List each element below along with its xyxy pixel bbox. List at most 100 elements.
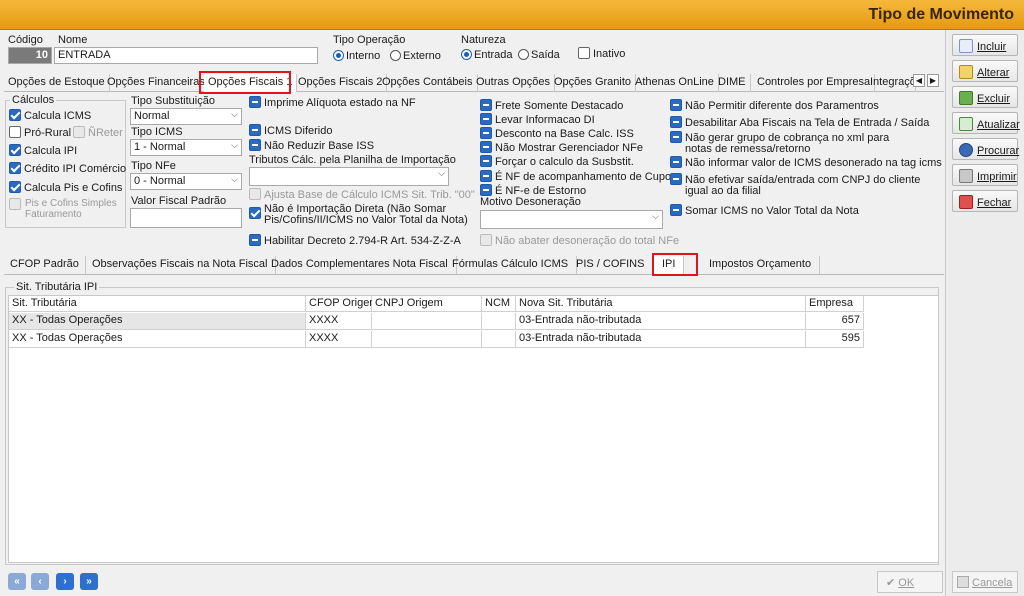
desabilitar-checkbox[interactable]: Desabilitar Aba Fiscais na Tela de Entra… bbox=[670, 116, 929, 129]
nao-informar-checkbox[interactable]: Não informar valor de ICMS desonerado na… bbox=[670, 156, 942, 169]
imprime-aliquota-checkbox[interactable]: Imprime Alíquota estado na NF bbox=[249, 96, 416, 109]
next-record-icon[interactable]: › bbox=[56, 573, 74, 590]
calcula-ipi-checkbox[interactable]: Calcula IPI bbox=[9, 144, 77, 157]
tributos-select[interactable]: ⌵ bbox=[249, 167, 449, 186]
nao-mostrar-checkbox[interactable]: Não Mostrar Gerenciador NFe bbox=[480, 141, 643, 154]
table-cell[interactable]: XXXX bbox=[306, 331, 372, 348]
icms-diferido-checkbox[interactable]: ICMS Diferido bbox=[249, 124, 332, 137]
calcula-icms-checkbox[interactable]: Calcula ICMS bbox=[9, 109, 91, 122]
somar-icms-checkbox[interactable]: Somar ICMS no Valor Total da Nota bbox=[670, 204, 859, 217]
tab-opcoes-contabeis[interactable]: Opções Contábeis bbox=[378, 74, 478, 92]
valor-fiscal-field[interactable] bbox=[130, 208, 242, 228]
check-icon bbox=[480, 99, 492, 111]
table-cell[interactable]: XX - Todas Operações bbox=[9, 331, 306, 348]
table-cell[interactable]: XXXX bbox=[306, 313, 372, 330]
table-cell[interactable]: 03-Entrada não-tributada bbox=[516, 313, 806, 330]
tab-dados-complementares[interactable]: Dados Complementares Nota Fiscal bbox=[263, 256, 457, 274]
tab-scroll-left-icon[interactable]: ◀ bbox=[913, 74, 925, 87]
tab-formulas-icms[interactable]: Fórmulas Cálculo ICMS bbox=[444, 256, 578, 274]
ok-button[interactable]: ✔ OK bbox=[877, 571, 943, 593]
table-cell[interactable]: 03-Entrada não-tributada bbox=[516, 331, 806, 348]
check-icon bbox=[73, 126, 85, 138]
grid-header[interactable]: Sit. Tributária bbox=[9, 296, 306, 312]
radio-externo[interactable]: Externo bbox=[390, 50, 441, 62]
grid-header[interactable]: Empresa bbox=[806, 296, 864, 312]
first-record-icon[interactable]: « bbox=[8, 573, 26, 590]
habilitar-decreto-checkbox[interactable]: Habilitar Decreto 2.794-R Art. 534-Z-Z-A bbox=[249, 234, 461, 247]
chevron-down-icon: ⌵ bbox=[438, 168, 445, 178]
incluir-button[interactable]: Incluir bbox=[952, 34, 1018, 56]
nao-importacao-checkbox[interactable] bbox=[249, 207, 264, 220]
table-cell[interactable] bbox=[372, 313, 482, 330]
table-cell[interactable]: 657 bbox=[806, 313, 864, 330]
calcula-pis-checkbox[interactable]: Calcula Pis e Cofins bbox=[9, 181, 122, 194]
table-cell[interactable] bbox=[372, 331, 482, 348]
table-cell[interactable]: XX - Todas Operações bbox=[9, 313, 306, 330]
nome-field[interactable]: ENTRADA bbox=[54, 47, 318, 64]
chevron-down-icon: ⌵ bbox=[231, 174, 238, 184]
tab-observacoes[interactable]: Observações Fiscais na Nota Fiscal bbox=[84, 256, 277, 274]
imprimir-button[interactable]: Imprimir bbox=[952, 164, 1018, 186]
procurar-button[interactable]: Procurar bbox=[952, 138, 1019, 160]
frete-checkbox[interactable]: Frete Somente Destacado bbox=[480, 99, 623, 112]
table-cell[interactable] bbox=[482, 313, 516, 330]
pro-rural-checkbox[interactable]: Pró-Rural bbox=[9, 126, 71, 139]
credito-ipi-checkbox[interactable]: Crédito IPI Comércio bbox=[9, 162, 126, 175]
radio-entrada[interactable]: Entrada bbox=[461, 49, 513, 61]
tab-opcoes-granito[interactable]: Opções Granito bbox=[550, 74, 637, 92]
nao-permitir-checkbox[interactable]: Não Permitir diferente dos Paramentros bbox=[670, 99, 879, 112]
tipo-substituicao-select[interactable]: Normal ⌵ bbox=[130, 108, 242, 125]
tab-pis-cofins[interactable]: PIS / COFINS bbox=[568, 256, 654, 274]
tipo-nfe-select[interactable]: 0 - Normal ⌵ bbox=[130, 173, 242, 190]
grid-header[interactable]: NCM bbox=[482, 296, 516, 312]
action-toolbar: Incluir Alterar Excluir Atualizar Procur… bbox=[945, 30, 1024, 596]
tipo-icms-select[interactable]: 1 - Normal ⌵ bbox=[130, 139, 242, 156]
nf-cupom-checkbox[interactable]: É NF de acompanhamento de Cupom bbox=[480, 170, 680, 183]
grid-header[interactable]: Nova Sit. Tributária bbox=[516, 296, 806, 312]
atualizar-button[interactable]: Atualizar bbox=[952, 112, 1020, 134]
ajusta-base-checkbox[interactable]: Ajusta Base de Cálculo ICMS Sit. Trib. "… bbox=[249, 188, 475, 201]
forcar-checkbox[interactable]: Forçar o calculo da Susbstit. bbox=[480, 155, 634, 168]
tab-opcoes-estoque[interactable]: Opções de Estoque bbox=[4, 74, 110, 92]
check-icon bbox=[670, 99, 682, 111]
levar-info-checkbox[interactable]: Levar Informacao DI bbox=[480, 113, 595, 126]
tab-outras-opcoes[interactable]: Outras Opções bbox=[472, 74, 555, 92]
grid-header[interactable]: CFOP Origem bbox=[306, 296, 378, 312]
inativo-checkbox[interactable]: Inativo bbox=[578, 47, 625, 60]
radio-interno[interactable]: Interno bbox=[333, 50, 380, 62]
prev-record-icon[interactable]: ‹ bbox=[31, 573, 49, 590]
fechar-button[interactable]: Fechar bbox=[952, 190, 1018, 212]
nao-abater-checkbox[interactable]: Não abater desoneração do total NFe bbox=[480, 234, 679, 247]
check-icon bbox=[9, 198, 21, 210]
nreter-checkbox[interactable]: ÑReter bbox=[73, 126, 123, 139]
last-record-icon[interactable]: » bbox=[80, 573, 98, 590]
excluir-button[interactable]: Excluir bbox=[952, 86, 1018, 108]
pis-simples-checkbox[interactable] bbox=[9, 198, 24, 211]
codigo-field[interactable]: 10 bbox=[8, 47, 52, 64]
motivo-select[interactable]: ⌵ bbox=[480, 210, 663, 229]
tab-athenas-online[interactable]: Athenas OnLine bbox=[631, 74, 719, 92]
natureza-label: Natureza bbox=[461, 34, 506, 46]
tab-opcoes-fiscais-2[interactable]: Opções Fiscais 2 bbox=[294, 74, 388, 92]
radio-saida[interactable]: Saída bbox=[518, 49, 560, 61]
tab-integracoes[interactable]: Integraçõ bbox=[866, 74, 916, 92]
check-icon bbox=[9, 162, 21, 174]
check-icon bbox=[249, 139, 261, 151]
cancela-button[interactable]: Cancela bbox=[952, 571, 1018, 593]
desconto-iss-checkbox[interactable]: Desconto na Base Calc. ISS bbox=[480, 127, 634, 140]
table-cell[interactable] bbox=[482, 331, 516, 348]
tab-scroll-right-icon[interactable]: ▶ bbox=[927, 74, 939, 87]
table-cell[interactable]: 595 bbox=[806, 331, 864, 348]
nao-reduzir-iss-checkbox[interactable]: Não Reduzir Base ISS bbox=[249, 139, 374, 152]
ipi-group-title: Sit. Tributária IPI bbox=[14, 281, 100, 293]
ipi-grid[interactable]: Sit. Tributária CFOP Origem CNPJ Origem … bbox=[8, 295, 939, 563]
alterar-button[interactable]: Alterar bbox=[952, 60, 1018, 82]
tab-dime[interactable]: DIME bbox=[714, 74, 751, 92]
tab-cfop-padrao[interactable]: CFOP Padrão bbox=[4, 256, 86, 274]
tab-controles-empresa[interactable]: Controles por Empresa bbox=[753, 74, 876, 92]
nao-importacao-label: Não é Importação Direta (Não Somar Pis/C… bbox=[264, 203, 468, 226]
grid-header[interactable]: CNPJ Origem bbox=[372, 296, 482, 312]
tab-opcoes-financeiras[interactable]: Opções Financeiras bbox=[103, 74, 210, 92]
check-icon bbox=[670, 173, 682, 185]
tab-impostos-orcamento[interactable]: Impostos Orçamento bbox=[701, 256, 821, 274]
